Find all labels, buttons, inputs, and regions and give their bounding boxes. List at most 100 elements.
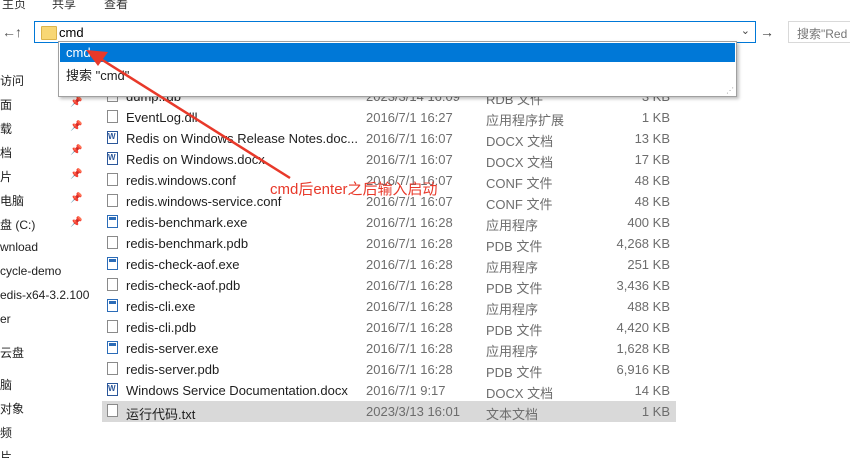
address-bar[interactable]: cmd ⌄ bbox=[34, 21, 756, 43]
file-type: PDB 文件 bbox=[486, 239, 543, 254]
folder-icon bbox=[41, 26, 57, 40]
file-type: PDB 文件 bbox=[486, 323, 543, 338]
file-name: redis.windows.conf bbox=[126, 173, 236, 188]
file-date: 2016/7/1 16:28 bbox=[366, 257, 453, 272]
file-icon bbox=[107, 194, 118, 207]
file-name: Windows Service Documentation.docx bbox=[126, 383, 348, 398]
file-icon bbox=[107, 236, 118, 249]
sidebar-item-documents[interactable]: 档 bbox=[0, 144, 12, 161]
file-date: 2016/7/1 16:28 bbox=[366, 299, 453, 314]
file-size: 4,420 KB bbox=[616, 320, 671, 335]
file-type: DOCX 文档 bbox=[486, 155, 554, 170]
exe-icon bbox=[107, 299, 118, 312]
file-row[interactable]: redis-cli.exe 2016/7/1 16:28 应用程序 488 KB bbox=[102, 296, 676, 317]
up-arrow-icon[interactable]: ↑ bbox=[15, 24, 22, 40]
file-type: 文本文档 bbox=[486, 407, 539, 422]
sidebar-item-redis[interactable]: edis-x64-3.2.100 bbox=[0, 288, 89, 302]
file-row[interactable]: redis-server.exe 2016/7/1 16:28 应用程序 1,6… bbox=[102, 338, 676, 359]
search-box[interactable]: 搜索"Red bbox=[788, 21, 850, 43]
file-size: 400 KB bbox=[627, 215, 670, 230]
sidebar-item-download[interactable]: wnload bbox=[0, 240, 38, 254]
pin-icon: 📌 bbox=[70, 97, 83, 108]
file-name: redis-check-aof.exe bbox=[126, 257, 240, 272]
file-icon bbox=[107, 320, 118, 333]
exe-icon bbox=[107, 215, 118, 228]
sidebar-item-cloud-drive[interactable]: 云盘 bbox=[0, 344, 24, 361]
file-size: 48 KB bbox=[634, 173, 670, 188]
file-size: 3,436 KB bbox=[616, 278, 671, 293]
sidebar-item-local-disk-c[interactable]: 盘 (C:) bbox=[0, 216, 35, 233]
file-row-selected[interactable]: 运行代码.txt 2023/3/13 16:01 文本文档 1 KB bbox=[102, 401, 676, 422]
sidebar-item-quick-access[interactable]: 访问 bbox=[0, 72, 24, 89]
file-row[interactable]: redis-check-aof.exe 2016/7/1 16:28 应用程序 … bbox=[102, 254, 676, 275]
file-row[interactable]: Windows Service Documentation.docx 2016/… bbox=[102, 380, 676, 401]
sidebar-item-desktop[interactable]: 面 bbox=[0, 96, 12, 113]
exe-icon bbox=[107, 257, 118, 270]
sidebar-item-videos[interactable]: 频 bbox=[0, 424, 12, 441]
suggestion-cmd[interactable]: cmd bbox=[60, 43, 735, 62]
file-date: 2016/7/1 16:07 bbox=[366, 131, 453, 146]
file-icon bbox=[107, 362, 118, 375]
file-size: 251 KB bbox=[627, 257, 670, 272]
search-input[interactable]: 搜索"Red bbox=[797, 25, 847, 42]
file-type: 应用程序 bbox=[486, 302, 539, 317]
sidebar-item-pictures-2[interactable]: 片 bbox=[0, 448, 12, 458]
file-size: 17 KB bbox=[634, 152, 670, 167]
file-size: 6,916 KB bbox=[616, 362, 671, 377]
address-input[interactable]: cmd bbox=[59, 25, 84, 40]
file-date: 2016/7/1 16:28 bbox=[366, 341, 453, 356]
file-size: 1,628 KB bbox=[616, 341, 671, 356]
pin-icon: 📌 bbox=[70, 145, 83, 156]
file-row[interactable]: redis-server.pdb 2016/7/1 16:28 PDB 文件 6… bbox=[102, 359, 676, 380]
tab-share[interactable]: 共享 bbox=[52, 0, 76, 12]
file-size: 1 KB bbox=[641, 404, 670, 419]
sidebar-item-this-pc[interactable]: 电脑 bbox=[0, 192, 24, 209]
pin-icon: 📌 bbox=[70, 121, 83, 132]
go-arrow-icon[interactable]: → bbox=[760, 24, 774, 40]
file-icon bbox=[107, 173, 118, 186]
file-name: redis-server.pdb bbox=[126, 362, 220, 377]
file-icon bbox=[107, 404, 118, 417]
file-row[interactable]: redis-cli.pdb 2016/7/1 16:28 PDB 文件 4,42… bbox=[102, 317, 676, 338]
file-type: DOCX 文档 bbox=[486, 134, 554, 149]
resize-grip-icon[interactable]: ⋰ bbox=[726, 86, 734, 95]
file-date: 2016/7/1 16:07 bbox=[366, 152, 453, 167]
file-size: 48 KB bbox=[634, 194, 670, 209]
file-name: redis-check-aof.pdb bbox=[126, 278, 241, 293]
file-row[interactable]: redis-benchmark.exe 2016/7/1 16:28 应用程序 … bbox=[102, 212, 676, 233]
file-name: redis-benchmark.exe bbox=[126, 215, 248, 230]
word-icon bbox=[107, 152, 118, 165]
word-icon bbox=[107, 131, 118, 144]
ribbon-tabs: 主页 共享 查看 bbox=[0, 0, 850, 14]
sidebar-item-pictures[interactable]: 片 bbox=[0, 168, 12, 185]
tab-view[interactable]: 查看 bbox=[104, 0, 128, 12]
back-arrow-icon[interactable]: ← bbox=[2, 24, 16, 40]
file-row[interactable]: Redis on Windows Release Notes.doc... 20… bbox=[102, 128, 676, 149]
sidebar-item-pc[interactable]: 脑 bbox=[0, 376, 12, 393]
file-icon bbox=[107, 278, 118, 291]
file-type: 应用程序 bbox=[486, 344, 539, 359]
file-name: 运行代码.txt bbox=[126, 407, 196, 422]
pin-icon: 📌 bbox=[70, 217, 83, 228]
file-name: redis-benchmark.pdb bbox=[126, 236, 249, 251]
file-size: 4,268 KB bbox=[616, 236, 671, 251]
sidebar-item-er[interactable]: er bbox=[0, 312, 11, 326]
file-name: redis-server.exe bbox=[126, 341, 219, 356]
file-row[interactable]: Redis on Windows.docx 2016/7/1 16:07 DOC… bbox=[102, 149, 676, 170]
tab-home[interactable]: 主页 bbox=[2, 0, 26, 12]
sidebar-item-3d-objects[interactable]: 对象 bbox=[0, 400, 24, 417]
file-row[interactable]: redis-benchmark.pdb 2016/7/1 16:28 PDB 文… bbox=[102, 233, 676, 254]
file-type: CONF 文件 bbox=[486, 197, 553, 212]
sidebar-item-downloads[interactable]: 载 bbox=[0, 120, 12, 137]
suggestion-search-cmd[interactable]: 搜索 "cmd" bbox=[60, 63, 735, 83]
word-icon bbox=[107, 383, 118, 396]
file-row[interactable]: EventLog.dll 2016/7/1 16:27 应用程序扩展 1 KB bbox=[102, 107, 676, 128]
sidebar-item-cycle-demo[interactable]: cycle-demo bbox=[0, 264, 61, 278]
chevron-down-icon[interactable]: ⌄ bbox=[741, 24, 750, 37]
file-type: PDB 文件 bbox=[486, 281, 543, 296]
file-name: redis-cli.exe bbox=[126, 299, 196, 314]
file-row[interactable]: redis-check-aof.pdb 2016/7/1 16:28 PDB 文… bbox=[102, 275, 676, 296]
file-date: 2016/7/1 16:28 bbox=[366, 362, 453, 377]
file-type: PDB 文件 bbox=[486, 365, 543, 380]
file-date: 2016/7/1 9:17 bbox=[366, 383, 446, 398]
